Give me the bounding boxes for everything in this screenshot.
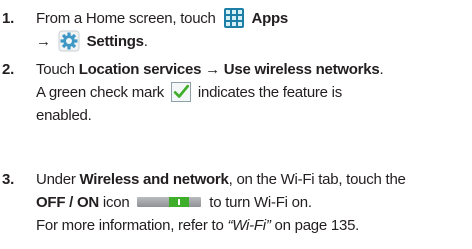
step-line: Touch Location services → Use wireless n… bbox=[36, 58, 470, 81]
location-services-label: Location services bbox=[78, 61, 202, 78]
step-text: to turn Wi-Fi on. bbox=[209, 194, 312, 211]
apps-grid-icon bbox=[223, 8, 244, 29]
step-body: Under Wireless and network, on the Wi-Fi… bbox=[36, 168, 470, 237]
step-text: enabled. bbox=[36, 107, 92, 124]
step-line: From a Home screen, touch Apps bbox=[36, 7, 470, 30]
step-text: icon bbox=[102, 194, 130, 211]
step-text: Under bbox=[36, 171, 76, 188]
instruction-page: 1. From a Home screen, touch Apps → Sett… bbox=[0, 0, 472, 249]
arrow: → bbox=[205, 61, 220, 78]
step-line: For more information, refer to “Wi-Fi” o… bbox=[36, 214, 470, 237]
step-line: OFF / ON icon to turn Wi-Fi on. bbox=[36, 191, 470, 214]
off-on-label: OFF / ON bbox=[36, 194, 99, 211]
settings-label: Settings bbox=[86, 33, 144, 50]
step-text: , on the Wi-Fi tab, touch the bbox=[228, 171, 406, 188]
step-text: on page 135. bbox=[274, 217, 360, 234]
step-text: indicates the feature is bbox=[197, 84, 342, 101]
step-number: 1. bbox=[2, 10, 15, 27]
step-text: A green check mark bbox=[36, 84, 165, 101]
step-line: A green check mark indicates the feature… bbox=[36, 81, 470, 104]
step-line: Under Wireless and network, on the Wi-Fi… bbox=[36, 168, 470, 191]
use-wireless-networks-label: Use wireless networks bbox=[223, 61, 380, 78]
wireless-and-network-label: Wireless and network bbox=[79, 171, 229, 188]
off-on-toggle-icon bbox=[137, 197, 202, 208]
step-text: . bbox=[379, 61, 384, 78]
step-line: enabled. bbox=[36, 104, 470, 127]
arrow: → bbox=[36, 33, 51, 50]
step-body: From a Home screen, touch Apps → Setting… bbox=[36, 7, 470, 53]
green-checkmark-icon bbox=[170, 82, 191, 103]
apps-label: Apps bbox=[251, 10, 289, 27]
step-body: Touch Location services → Use wireless n… bbox=[36, 58, 470, 127]
step-text: From a Home screen, touch bbox=[36, 10, 216, 27]
step-text: Touch bbox=[36, 61, 75, 78]
step-text: . bbox=[143, 33, 148, 50]
step-number: 2. bbox=[2, 61, 15, 78]
wifi-reference-link: “Wi-Fi” bbox=[227, 217, 271, 234]
step-line: → Settings. bbox=[36, 30, 470, 53]
step-text: For more information, refer to bbox=[36, 217, 224, 234]
step-number: 3. bbox=[2, 171, 15, 188]
gear-icon bbox=[58, 30, 80, 52]
toggle-knob bbox=[169, 197, 190, 208]
